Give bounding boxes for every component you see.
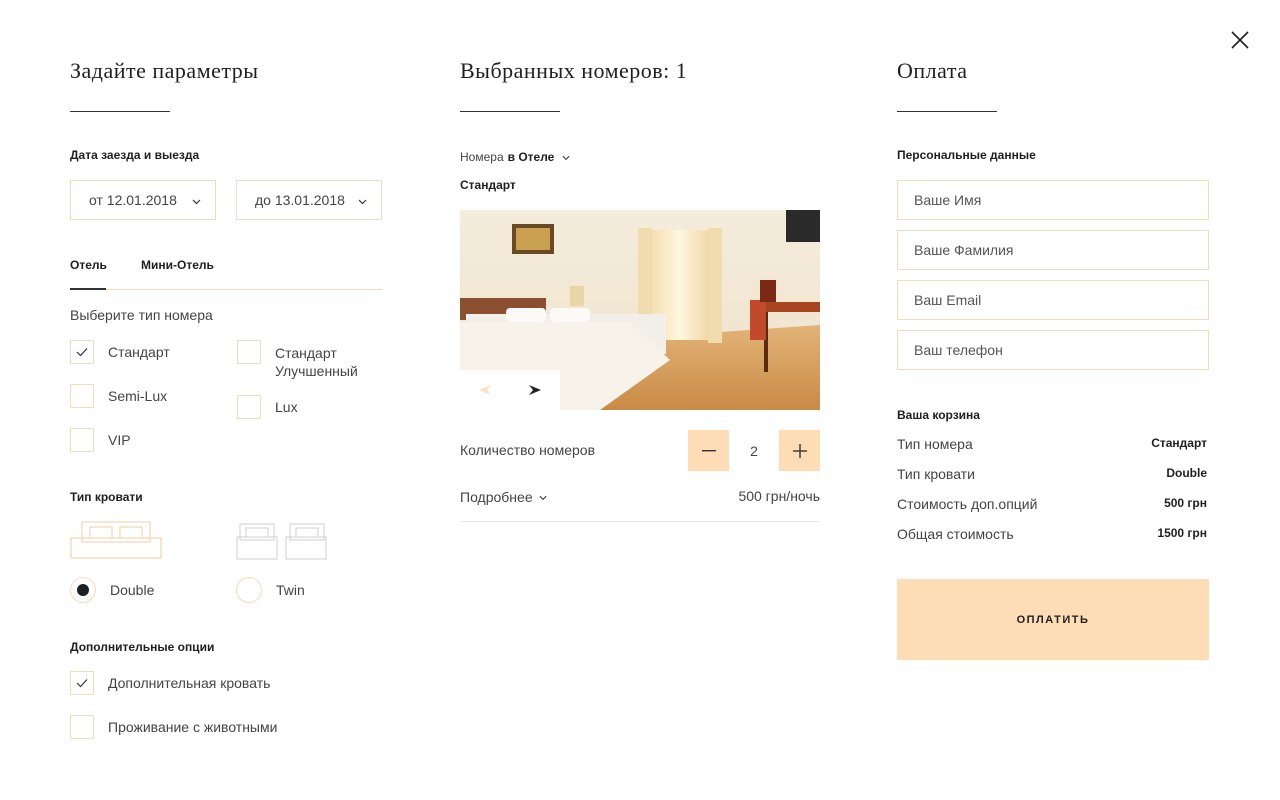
params-title: Задайте параметры [70, 58, 259, 83]
room-type-semi-lux-checkbox[interactable] [70, 384, 94, 408]
selected-title-rule [460, 111, 560, 112]
room-type-lux-checkbox[interactable] [237, 395, 261, 419]
cart-options-cost-value: 500 грн [1164, 496, 1207, 510]
quantity-decrease-button[interactable] [688, 430, 729, 471]
cart-bed-type-value: Double [1166, 466, 1207, 480]
double-bed-icon [70, 520, 162, 567]
room-type-standard-label: Стандарт [108, 344, 170, 360]
more-details-label: Подробнее [460, 489, 533, 505]
quantity-value[interactable]: 2 [729, 430, 779, 471]
more-details-link[interactable]: Подробнее [460, 488, 547, 506]
cart-room-type-label: Тип номера [897, 436, 973, 452]
arrow-right-icon [529, 385, 541, 395]
tabs-divider [70, 289, 382, 290]
photo-prev-button[interactable] [460, 370, 510, 410]
room-type-label: Выберите тип номера [70, 307, 213, 323]
payment-title: Оплата [897, 58, 968, 83]
date-to-value: до 13.01.2018 [255, 192, 345, 208]
room-name: Стандарт [460, 178, 516, 192]
cart-total-label: Общая стоимость [897, 526, 1014, 542]
tab-mini-hotel[interactable]: Мини-Отель [141, 258, 214, 272]
photo-next-button[interactable] [510, 370, 560, 410]
radio-selected-dot [77, 584, 89, 596]
room-type-vip-label: VIP [108, 432, 131, 448]
room-type-standard-checkbox[interactable] [70, 340, 94, 364]
bed-double-label: Double [110, 582, 155, 598]
pets-checkbox[interactable] [70, 715, 94, 739]
tab-active-indicator [70, 288, 106, 290]
arrow-left-icon [479, 385, 491, 395]
chevron-down-icon [358, 192, 367, 208]
room-type-improved-label: Стандарт Улучшенный [275, 344, 358, 380]
date-from-value: от 12.01.2018 [89, 192, 177, 208]
date-to-select[interactable]: до 13.01.2018 [236, 180, 382, 220]
date-from-select[interactable]: от 12.01.2018 [70, 180, 216, 220]
rooms-filter-prefix: Номера [460, 150, 504, 164]
quantity-label: Количество номеров [460, 442, 596, 458]
selected-title: Выбранных номеров: 1 [460, 58, 688, 83]
room-type-vip-checkbox[interactable] [70, 428, 94, 452]
room-type-improved-line2: Улучшенный [275, 363, 358, 379]
minus-icon [701, 449, 716, 451]
close-icon[interactable] [1226, 26, 1254, 54]
twin-bed-icon [236, 520, 328, 567]
plus-icon [792, 443, 807, 458]
payment-title-rule [897, 111, 997, 112]
pets-label: Проживание с животными [108, 719, 278, 735]
bed-double-radio[interactable] [70, 577, 96, 603]
extra-bed-label: Дополнительная кровать [108, 675, 271, 691]
room-type-improved-line1: Стандарт [275, 345, 337, 361]
cart-options-cost-label: Стоимость доп.опций [897, 496, 1038, 512]
personal-data-label: Персональные данные [897, 148, 1036, 162]
check-icon [76, 348, 88, 357]
cart-label: Ваша корзина [897, 408, 980, 422]
room-type-semi-lux-label: Semi-Lux [108, 388, 168, 404]
check-icon [76, 679, 88, 688]
chevron-down-icon [539, 488, 547, 506]
phone-input[interactable] [897, 330, 1209, 370]
cart-room-type-value: Стандарт [1151, 436, 1207, 450]
room-price: 500 грн/ночь [738, 488, 820, 504]
dates-label: Дата заезда и выезда [70, 148, 200, 162]
email-input[interactable] [897, 280, 1209, 320]
bed-twin-label: Twin [276, 582, 305, 598]
tab-hotel[interactable]: Отель [70, 258, 107, 272]
chevron-down-icon [192, 192, 201, 208]
room-type-improved-checkbox[interactable] [237, 340, 261, 364]
chevron-down-icon [562, 148, 570, 166]
last-name-input[interactable] [897, 230, 1209, 270]
extra-options-label: Дополнительные опции [70, 640, 215, 654]
first-name-input[interactable] [897, 180, 1209, 220]
extra-bed-checkbox[interactable] [70, 671, 94, 695]
bed-twin-radio[interactable] [236, 577, 262, 603]
rooms-filter-value: в Отеле [507, 150, 555, 164]
room-divider [460, 521, 820, 522]
params-title-rule [70, 111, 170, 112]
bed-type-label: Тип кровати [70, 490, 143, 504]
cart-total-value: 1500 грн [1157, 526, 1207, 540]
quantity-increase-button[interactable] [779, 430, 820, 471]
cart-bed-type-label: Тип кровати [897, 466, 975, 482]
rooms-filter-dropdown[interactable]: Номера в Отеле [460, 148, 570, 166]
pay-button[interactable]: ОПЛАТИТЬ [897, 579, 1209, 660]
room-type-lux-label: Lux [275, 399, 298, 415]
